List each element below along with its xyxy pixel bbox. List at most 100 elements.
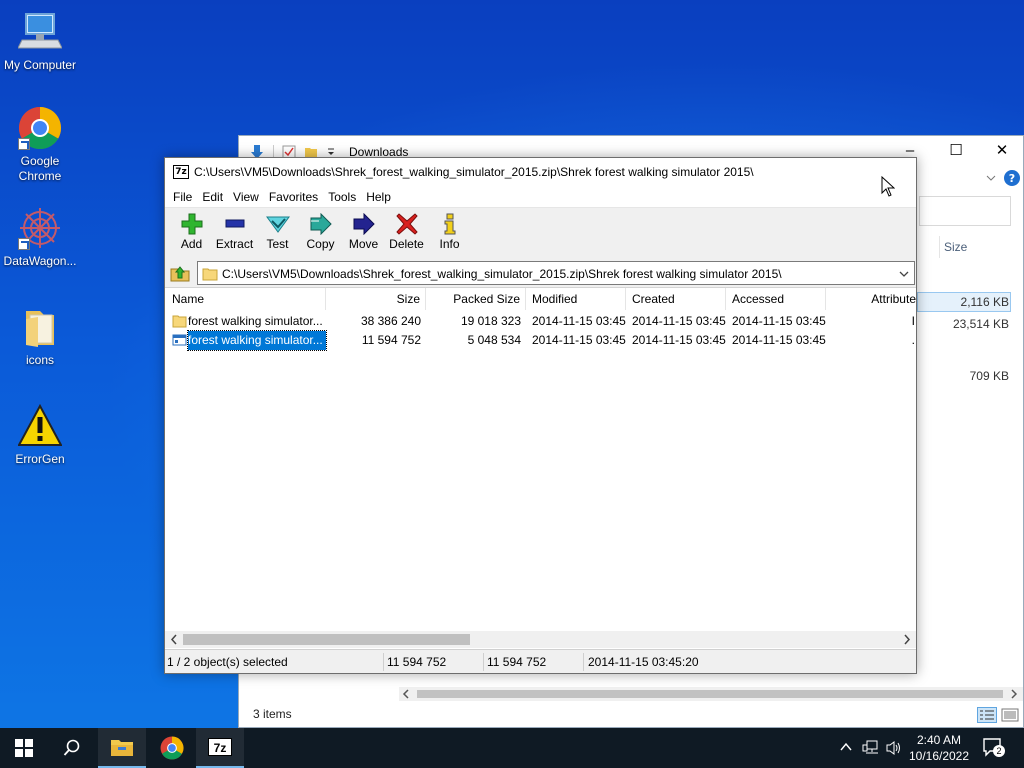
- taskbar-7zip[interactable]: 7z: [196, 728, 244, 768]
- menu-favorites[interactable]: Favorites: [264, 186, 323, 207]
- taskbar-file-explorer[interactable]: [98, 728, 146, 768]
- menu-tools[interactable]: Tools: [323, 186, 361, 207]
- help-icon[interactable]: ?: [1003, 169, 1021, 187]
- horizontal-scrollbar[interactable]: [399, 687, 1023, 701]
- test-button[interactable]: Test: [256, 208, 299, 260]
- shortcut-arrow-icon: [18, 238, 30, 250]
- info-icon: [444, 213, 455, 235]
- attribute: .: [911, 333, 915, 347]
- info-button[interactable]: Info: [428, 208, 471, 260]
- scroll-right-icon[interactable]: [902, 634, 912, 645]
- scroll-left-icon[interactable]: [401, 689, 411, 699]
- status-bar: 1 / 2 object(s) selected 11 594 752 11 5…: [165, 649, 916, 673]
- maximize-button[interactable]: ☐: [933, 136, 979, 166]
- chrome-icon: [160, 736, 184, 760]
- minus-icon: [225, 219, 244, 228]
- chevron-down-icon[interactable]: [985, 172, 997, 184]
- taskbar-chrome[interactable]: [148, 728, 196, 768]
- warning-icon: [17, 403, 63, 448]
- test-label: Test: [266, 237, 289, 251]
- selection-status: 1 / 2 object(s) selected: [167, 655, 288, 669]
- desktop-icon-google-chrome[interactable]: Google Chrome: [0, 106, 80, 184]
- desktop-icon-datawagon[interactable]: DataWagon...: [0, 206, 80, 269]
- column-header-size[interactable]: Size: [326, 288, 426, 310]
- move-button[interactable]: Move: [342, 208, 385, 260]
- address-bar[interactable]: C:\Users\VM5\Downloads\Shrek_forest_walk…: [197, 261, 915, 285]
- 7zip-logo-icon: 7z: [173, 165, 189, 179]
- column-header-accessed[interactable]: Accessed: [726, 288, 826, 310]
- folder-icon: [18, 305, 62, 349]
- clock-date: 10/16/2022: [908, 749, 970, 763]
- delete-x-icon: [395, 213, 418, 235]
- checkmark-icon: [265, 216, 290, 233]
- scrollbar-thumb[interactable]: [183, 634, 470, 645]
- menu-file[interactable]: File: [168, 186, 197, 207]
- file-icon: [172, 334, 187, 346]
- 7zip-window[interactable]: 7z C:\Users\VM5\Downloads\Shrek_forest_w…: [164, 157, 917, 674]
- mouse-cursor-icon: [881, 176, 895, 197]
- divider: [483, 653, 484, 671]
- column-header-created[interactable]: Created: [626, 288, 726, 310]
- item-count: 3 items: [253, 707, 292, 721]
- copy-arrow-icon: [310, 213, 332, 235]
- notification-center-button[interactable]: 2: [982, 737, 1005, 757]
- 7zip-logo-icon: 7z: [208, 738, 232, 756]
- toolbar: Add Extract Test Copy Move Delete Info: [165, 208, 916, 260]
- network-icon[interactable]: [862, 740, 880, 756]
- desktop-icon-label: ErrorGen: [15, 452, 65, 466]
- move-label: Move: [348, 237, 379, 251]
- clock-time: 2:40 AM: [916, 733, 962, 747]
- windows-logo-icon: [15, 739, 33, 757]
- chevron-up-icon[interactable]: [840, 742, 852, 752]
- file-size: 23,514 KB: [952, 317, 1009, 331]
- modified-date: 2014-11-15 03:45: [532, 333, 626, 347]
- desktop-icon-my-computer[interactable]: My Computer: [0, 10, 80, 73]
- column-header-modified[interactable]: Modified: [526, 288, 626, 310]
- packed-size: 5 048 534: [467, 333, 521, 347]
- extract-button[interactable]: Extract: [213, 208, 256, 260]
- accessed-date: 2014-11-15 03:45: [732, 314, 826, 328]
- chevron-down-icon[interactable]: [898, 268, 910, 280]
- up-folder-icon[interactable]: [169, 263, 191, 283]
- menu-view[interactable]: View: [228, 186, 264, 207]
- desktop-icon-label: My Computer: [3, 58, 77, 72]
- menu-help[interactable]: Help: [361, 186, 396, 207]
- close-button[interactable]: ✕: [979, 136, 1024, 166]
- volume-icon[interactable]: [885, 740, 903, 756]
- desktop-icon-errorgen[interactable]: ErrorGen: [0, 403, 80, 467]
- delete-label: Delete: [389, 237, 424, 251]
- desktop-icon-icons-folder[interactable]: icons: [0, 305, 80, 368]
- add-label: Add: [180, 237, 203, 251]
- details-view-icon[interactable]: [977, 707, 997, 723]
- divider: [383, 653, 384, 671]
- column-header-packed-size[interactable]: Packed Size: [426, 288, 526, 310]
- 7zip-titlebar[interactable]: 7z C:\Users\VM5\Downloads\Shrek_forest_w…: [165, 158, 916, 186]
- scroll-right-icon[interactable]: [1009, 689, 1019, 699]
- menu-edit[interactable]: Edit: [197, 186, 228, 207]
- scrollbar-thumb[interactable]: [417, 690, 1003, 698]
- modified-date: 2014-11-15 03:45: [532, 314, 626, 328]
- extract-label: Extract: [215, 237, 254, 251]
- delete-button[interactable]: Delete: [385, 208, 428, 260]
- scroll-left-icon[interactable]: [169, 634, 179, 645]
- system-clock[interactable]: 2:40 AM 10/16/2022: [904, 732, 974, 764]
- search-button[interactable]: [48, 728, 96, 768]
- chrome-icon: [18, 106, 62, 150]
- column-header-attribute[interactable]: Attribute: [826, 288, 916, 310]
- start-button[interactable]: [0, 728, 48, 768]
- file-name: forest walking simulator...: [187, 330, 327, 351]
- column-header-name[interactable]: Name: [165, 288, 326, 310]
- copy-label: Copy: [306, 237, 335, 251]
- size-column-header[interactable]: Size: [939, 236, 1023, 258]
- horizontal-scrollbar[interactable]: [165, 631, 916, 648]
- plus-icon: [181, 213, 202, 235]
- desktop-icon-label: Google Chrome: [18, 154, 62, 183]
- search-box[interactable]: [919, 196, 1011, 226]
- file-list[interactable]: Name Size Packed Size Modified Created A…: [165, 287, 916, 649]
- taskbar: 7z 2:40 AM 10/16/2022 2: [0, 728, 1024, 768]
- large-icons-view-icon[interactable]: [1001, 707, 1019, 723]
- copy-button[interactable]: Copy: [299, 208, 342, 260]
- chevron-down-icon[interactable]: [326, 147, 336, 157]
- add-button[interactable]: Add: [170, 208, 213, 260]
- shortcut-arrow-icon: [18, 138, 30, 150]
